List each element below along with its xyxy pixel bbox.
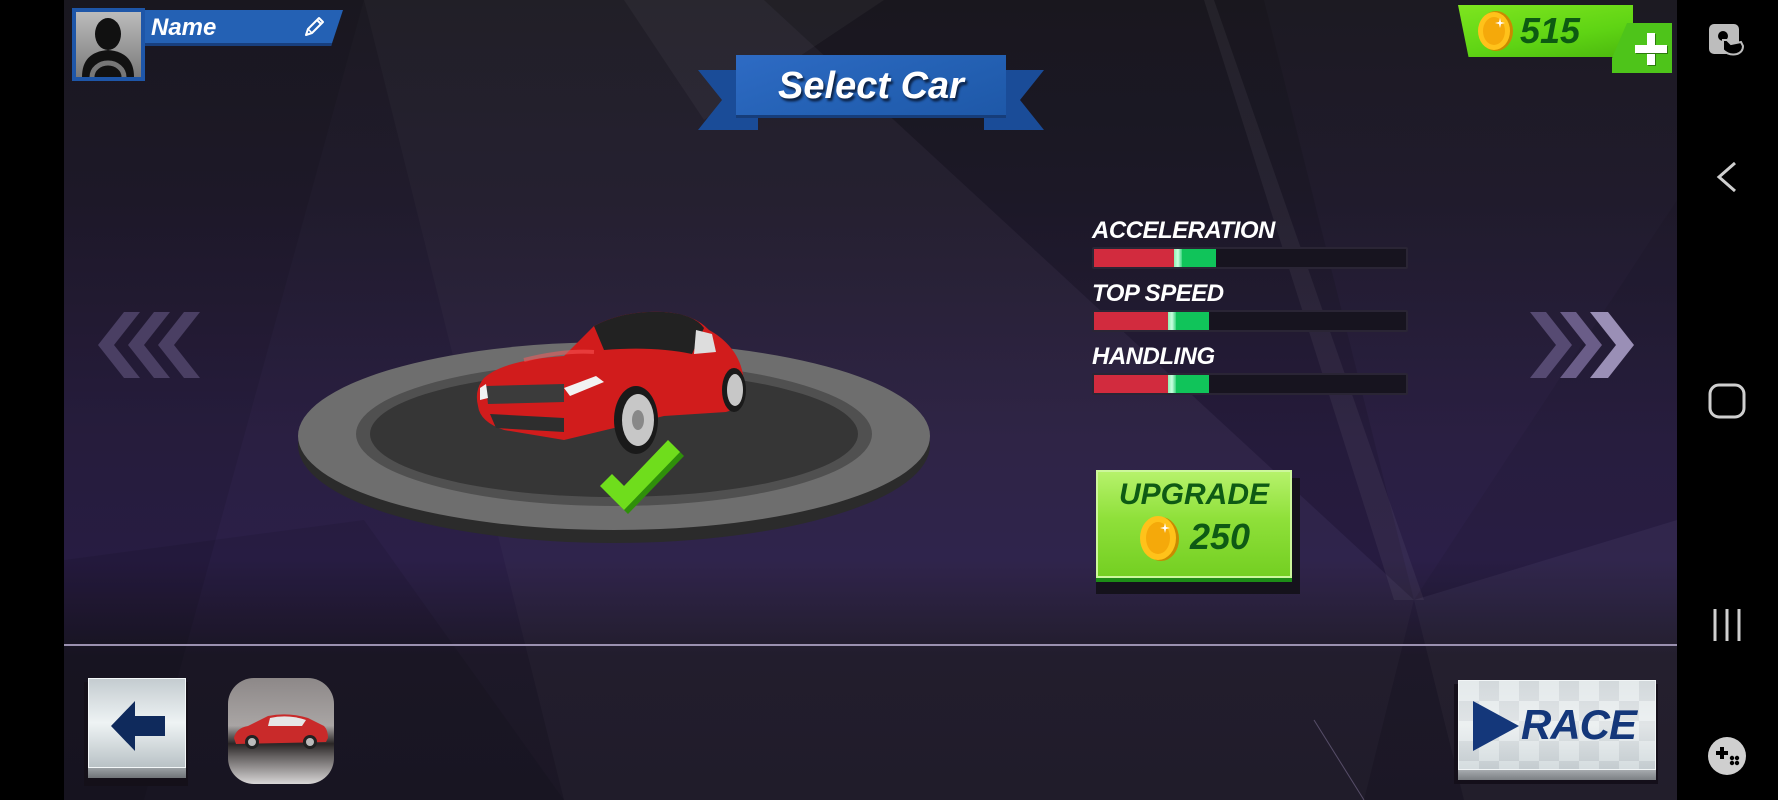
back-button-base xyxy=(88,768,186,778)
race-button-base xyxy=(1458,770,1656,780)
race-button-face[interactable]: RACE xyxy=(1458,680,1656,770)
android-recents-button[interactable] xyxy=(1707,605,1747,645)
upgrade-price: 250 xyxy=(1190,516,1251,557)
garage-car-thumbnail[interactable] xyxy=(228,678,334,784)
upgrade-button[interactable]: UPGRADE 250 xyxy=(1096,470,1300,594)
stat-label: TOP SPEED xyxy=(1092,280,1224,307)
arrow-left-icon xyxy=(111,701,165,751)
race-button[interactable]: RACE xyxy=(1454,680,1658,784)
back-button[interactable] xyxy=(84,678,188,786)
upgrade-button-face[interactable]: UPGRADE 250 xyxy=(1096,470,1292,578)
bottom-divider xyxy=(64,644,1677,646)
stat-bar-marker xyxy=(1167,375,1176,393)
triple-chevron-left-icon[interactable] xyxy=(96,312,206,378)
play-triangle-icon xyxy=(1473,701,1519,751)
touch-lock-button[interactable] xyxy=(1707,22,1747,62)
gold-coin-icon xyxy=(1140,516,1179,561)
player-profile[interactable]: Name xyxy=(72,8,352,82)
stat-bar-marker xyxy=(1174,249,1183,267)
touch-lock-icon xyxy=(1709,24,1745,56)
stat-bar xyxy=(1092,373,1408,395)
pencil-icon[interactable] xyxy=(301,14,327,40)
stat-top-speed: TOP SPEED xyxy=(1092,278,1412,341)
car-showcase[interactable] xyxy=(264,290,964,560)
left-letterbox xyxy=(0,0,64,800)
game-viewport: Name Select Car 515 ACCELERATION TOP SPE… xyxy=(64,0,1677,800)
upgrade-label: UPGRADE xyxy=(1118,478,1269,511)
stat-handling: HANDLING xyxy=(1092,341,1412,404)
coin-balance: 515 xyxy=(1458,5,1677,75)
stat-label: HANDLING xyxy=(1092,343,1215,370)
back-button-face[interactable] xyxy=(88,678,186,768)
coin-count: 515 xyxy=(1520,10,1581,51)
triple-chevron-right-icon[interactable] xyxy=(1526,312,1636,378)
stat-bar-current xyxy=(1094,249,1176,267)
android-back-button[interactable] xyxy=(1707,157,1747,197)
back-chevron-icon xyxy=(1716,161,1736,193)
recents-icon xyxy=(1713,609,1741,641)
game-tools-icon xyxy=(1708,737,1746,775)
red-suv-thumbnail xyxy=(234,714,328,749)
name-banner[interactable]: Name xyxy=(145,10,343,46)
stat-bar xyxy=(1092,310,1408,332)
stat-bar-marker xyxy=(1167,312,1176,330)
driver-silhouette-icon xyxy=(82,18,134,77)
stat-acceleration: ACCELERATION xyxy=(1092,215,1412,278)
stat-label: ACCELERATION xyxy=(1092,217,1275,244)
title-ribbon: Select Car xyxy=(698,55,1044,135)
gold-coin-icon xyxy=(1478,11,1513,51)
race-label: RACE xyxy=(1521,701,1637,748)
game-tools-button[interactable] xyxy=(1707,736,1747,776)
android-home-button[interactable] xyxy=(1707,381,1747,421)
player-name: Name xyxy=(151,14,217,41)
page-title: Select Car xyxy=(778,65,964,107)
plus-icon xyxy=(1635,33,1667,65)
system-nav-bar xyxy=(1677,0,1778,800)
stat-bar xyxy=(1092,247,1408,269)
home-icon xyxy=(1708,383,1746,419)
ribbon-body: Select Car xyxy=(736,55,1006,115)
avatar[interactable] xyxy=(72,8,145,81)
stat-bar-current xyxy=(1094,312,1169,330)
stat-bar-current xyxy=(1094,375,1169,393)
car-stats: ACCELERATION TOP SPEED HANDLING xyxy=(1092,215,1412,404)
